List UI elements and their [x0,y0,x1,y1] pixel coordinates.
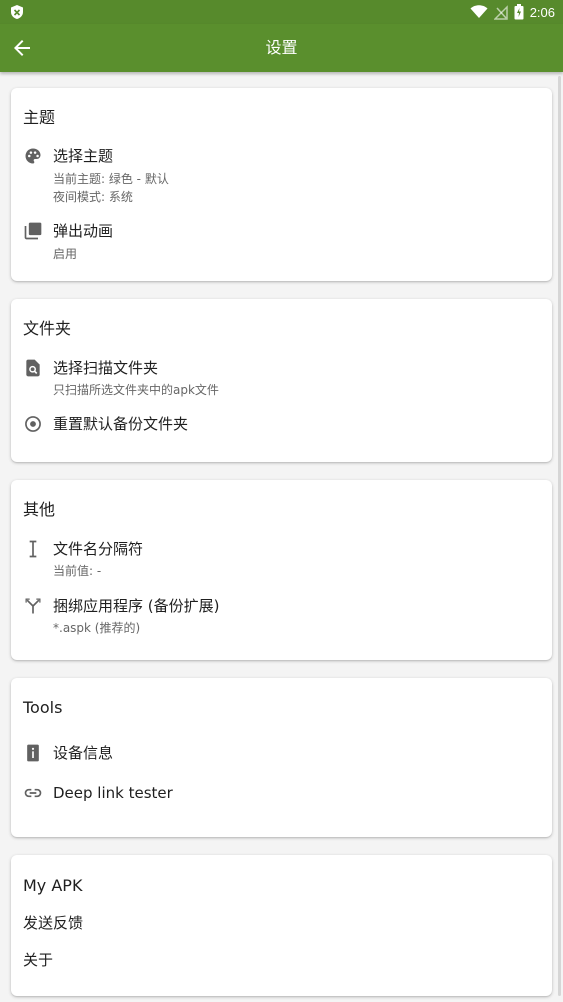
palette-icon [25,148,41,164]
device-info-icon [27,744,39,762]
popup-animation-value: 启用 [53,247,78,261]
shield-icon [11,5,23,19]
scan-folder-description: 只扫描所选文件夹中的apk文件 [53,383,219,397]
filename-separator-value: 当前值: - [53,564,102,578]
reset-backup-folder-label: 重置默认备份文件夹 [53,415,189,433]
filename-separator-label: 文件名分隔符 [53,540,144,558]
battery-icon [514,4,524,20]
choose-theme-item[interactable]: 选择主题 当前主题: 绿色 - 默认 夜间模式: 系统 [11,144,552,210]
send-feedback-label: 发送反馈 [23,914,84,932]
device-info-item[interactable]: 设备信息 [11,741,552,767]
other-card: 其他 文件名分隔符 当前值: - 捆绑应用程序 (备份扩展) *.aspk (推… [11,480,552,660]
no-sim-icon [493,4,508,20]
filename-separator-item[interactable]: 文件名分隔符 当前值: - [11,537,552,583]
status-bar: 2:06 [0,0,563,24]
popup-animation-item[interactable]: 弹出动画 启用 [11,219,552,267]
section-title-my-apk: My APK [23,876,83,895]
radio-target-icon [25,416,41,432]
text-cursor-icon [29,540,37,558]
section-title-folders: 文件夹 [23,319,72,338]
scrollbar[interactable] [558,76,561,996]
bundle-apps-value: *.aspk (推荐的) [53,621,141,635]
section-title-tools: Tools [23,698,63,717]
wifi-icon [470,5,488,18]
deep-link-tester-label: Deep link tester [53,784,173,802]
current-theme-value: 当前主题: 绿色 - 默认 [53,172,169,186]
page-title: 设置 [265,38,298,57]
layers-icon [24,222,42,240]
link-icon [24,788,42,798]
popup-animation-label: 弹出动画 [53,222,114,240]
send-feedback-item[interactable]: 发送反馈 [11,911,552,937]
choose-scan-folder-label: 选择扫描文件夹 [53,359,159,377]
clock: 2:06 [529,4,555,20]
choose-scan-folder-item[interactable]: 选择扫描文件夹 只扫描所选文件夹中的apk文件 [11,356,552,402]
about-item[interactable]: 关于 [11,948,552,974]
deep-link-tester-item[interactable]: Deep link tester [11,781,552,807]
section-title-other: 其他 [23,500,56,519]
my-apk-card: My APK 发送反馈 关于 [11,855,552,996]
bundle-apps-item[interactable]: 捆绑应用程序 (备份扩展) *.aspk (推荐的) [11,594,552,640]
about-label: 关于 [23,951,54,969]
night-mode-value: 夜间模式: 系统 [53,190,133,204]
theme-card: 主题 选择主题 当前主题: 绿色 - 默认 夜间模式: 系统 弹出动画 启用 [11,88,552,281]
choose-theme-label: 选择主题 [53,147,114,165]
reset-backup-folder-item[interactable]: 重置默认备份文件夹 [11,412,552,438]
folders-card: 文件夹 选择扫描文件夹 只扫描所选文件夹中的apk文件 重置默认备份文件夹 [11,299,552,462]
find-in-page-icon [26,359,40,377]
section-title-theme: 主题 [23,108,56,127]
bundle-apps-label: 捆绑应用程序 (备份扩展) [53,597,220,615]
device-info-label: 设备信息 [53,744,114,762]
merge-icon [25,598,41,614]
tools-card: Tools 设备信息 Deep link tester [11,678,552,837]
app-bar: 设置 [0,24,563,72]
